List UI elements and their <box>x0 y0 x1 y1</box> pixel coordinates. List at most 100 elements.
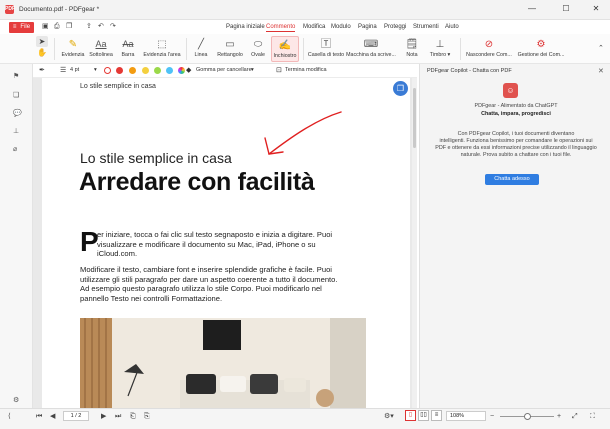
zoom-slider-knob[interactable] <box>524 413 531 420</box>
hide-comments-tool[interactable]: ⊘ Nascondere Com... <box>464 36 514 62</box>
typewriter-tool[interactable]: ⌨ Macchina da scrive... <box>346 36 396 62</box>
attachment-icon[interactable]: ⌀ <box>13 145 17 153</box>
status-bar <box>0 408 610 429</box>
tab-proteggi[interactable]: Proteggi <box>384 24 406 30</box>
oval-tool[interactable]: ⬭ Ovale <box>248 36 268 62</box>
bookmark-icon[interactable]: ⚑ <box>13 72 19 80</box>
ribbon-divider <box>303 38 304 60</box>
paragraph-line: er iniziare, tocca o fai clic sul testo … <box>97 230 333 239</box>
last-page-icon[interactable]: ⏭ <box>115 412 121 422</box>
fullscreen-icon[interactable]: ⛶ <box>590 412 595 422</box>
tab-pagina[interactable]: Pagina <box>358 24 377 30</box>
print-icon[interactable]: ⎙ <box>54 23 60 31</box>
previous-page-icon[interactable]: ◀ <box>50 412 55 422</box>
typewriter-icon: ⌨ <box>363 39 379 50</box>
chevron-down-icon[interactable]: ▾ <box>251 67 254 73</box>
paragraph-line: utilizzare gli stili paragrafo per dare … <box>80 274 338 284</box>
open-file-icon[interactable]: ❐ <box>66 23 72 31</box>
note-tool[interactable]: 🗒 Nota <box>404 36 420 62</box>
interior-photo-art <box>80 318 366 408</box>
chat-now-button[interactable]: Chatta adesso <box>485 174 539 185</box>
next-view-icon[interactable]: ⎘ <box>144 412 150 422</box>
select-pointer-icon[interactable]: ➤ <box>36 36 48 47</box>
zoom-level-select[interactable]: 108% <box>446 411 486 421</box>
tab-pagina-iniziale[interactable]: Pagina iniziale <box>226 24 265 30</box>
zoom-out-icon[interactable]: − <box>490 412 494 422</box>
settings-icon[interactable]: ⚙ <box>13 396 19 404</box>
copilot-bot-icon: ☺ <box>503 83 518 98</box>
color-picker-icon[interactable] <box>178 67 185 74</box>
pdfgear-logo-icon: PDF <box>5 5 15 14</box>
ribbon-divider <box>54 38 55 60</box>
thumbnails-icon[interactable]: ❏ <box>13 91 19 99</box>
underline-tool[interactable]: Aa Sottolinea <box>88 36 114 62</box>
color-none-swatch[interactable] <box>104 67 111 74</box>
ribbon-divider <box>460 38 461 60</box>
double-page-view-icon[interactable]: ▯▯ <box>418 410 429 421</box>
next-page-icon[interactable]: ▶ <box>101 412 106 422</box>
textbox-tool[interactable]: 🅃 Casella di testo <box>307 36 345 62</box>
color-swatch-blue[interactable] <box>166 67 173 74</box>
ink-arrow-annotation[interactable] <box>255 108 345 163</box>
copilot-description-line: naturale. Prova subito a chattare con i … <box>460 152 572 158</box>
eraser-select[interactable]: Gomma per cancellare <box>196 67 252 73</box>
collapse-ribbon-icon[interactable]: ⌃ <box>598 45 604 53</box>
hand-pan-icon[interactable]: ✋ <box>36 47 48 58</box>
close-icon[interactable]: ✕ <box>598 67 604 75</box>
stroke-width-select[interactable]: 4 pt <box>70 67 79 73</box>
color-swatch-red[interactable] <box>116 67 123 74</box>
scrollbar-thumb[interactable] <box>413 88 416 148</box>
maximize-button[interactable]: ☐ <box>552 2 580 16</box>
copilot-subtitle: PDFgear - Alimentato da ChatGPT <box>474 103 558 109</box>
oval-icon: ⬭ <box>253 39 263 50</box>
color-swatch-green[interactable] <box>154 67 161 74</box>
manage-comments-tool[interactable]: ⚙ Gestione dei Com... <box>516 36 566 62</box>
scroll-view-icon[interactable]: ≡ <box>431 410 442 421</box>
collapse-left-icon[interactable]: ⟨ <box>8 412 11 422</box>
vertical-scrollbar[interactable] <box>412 78 417 408</box>
tab-commento[interactable]: Commento <box>266 24 296 32</box>
undo-icon[interactable]: ↶ <box>98 23 104 31</box>
tab-modulo[interactable]: Modulo <box>331 24 351 30</box>
copilot-float-icon[interactable]: ❐ <box>393 81 408 96</box>
page-number-input[interactable]: 1 / 2 <box>63 411 89 421</box>
stroke-width-icon: ☰ <box>60 67 67 74</box>
strikethrough-tool[interactable]: Aa Barra <box>118 36 138 62</box>
file-menu-button[interactable]: ≡ File <box>9 22 34 33</box>
single-page-view-icon[interactable]: ▯ <box>405 410 416 421</box>
tab-strumenti[interactable]: Strumenti <box>413 24 439 30</box>
save-icon[interactable]: ▣ <box>42 23 49 31</box>
tab-modifica[interactable]: Modifica <box>303 24 325 30</box>
view-settings-icon[interactable]: ⚙▾ <box>384 412 394 422</box>
previous-view-icon[interactable]: ⎗ <box>130 412 136 422</box>
fit-page-icon[interactable]: ⤢ <box>572 412 578 422</box>
finish-edit-button[interactable]: Termina modifica <box>285 67 327 73</box>
document-headline: Arredare con facilità <box>79 168 315 196</box>
stamp-tool[interactable]: ⊥ Timbro ▾ <box>427 36 453 62</box>
share-icon[interactable]: ⇪ <box>86 23 92 31</box>
minimize-button[interactable]: — <box>518 2 546 16</box>
close-window-button[interactable]: ✕ <box>582 2 610 16</box>
line-tool[interactable]: ╱ Linea <box>192 36 210 62</box>
highlight-tool[interactable]: ✎ Evidenzia <box>60 36 86 62</box>
stamp-panel-icon[interactable]: ⊥ <box>13 127 19 135</box>
area-highlight-tool[interactable]: ⬚ Evidenzia l'area <box>142 36 182 62</box>
redo-icon[interactable]: ↷ <box>110 23 116 31</box>
tab-aiuto[interactable]: Aiuto <box>445 24 459 30</box>
finish-edit-icon: ⊡ <box>276 67 282 74</box>
zoom-in-icon[interactable]: + <box>557 412 561 422</box>
rectangle-tool[interactable]: ▭ Rettangolo <box>216 36 244 62</box>
interior-photo <box>80 318 366 408</box>
ink-tool[interactable]: ✍ Inchiostro <box>271 36 299 62</box>
rectangle-icon: ▭ <box>225 39 235 50</box>
window-title: Documento.pdf - PDFgear * <box>19 6 100 13</box>
chevron-down-icon[interactable]: ▾ <box>94 67 97 73</box>
first-page-icon[interactable]: ⏮ <box>36 412 42 422</box>
comments-icon[interactable]: 💬 <box>13 109 22 117</box>
color-swatch-yellow[interactable] <box>142 67 149 74</box>
color-swatch-orange[interactable] <box>129 67 136 74</box>
paragraph-line: Ad esempio questo paragrafo utilizza lo … <box>80 284 322 293</box>
hide-comments-icon: ⊘ <box>484 39 494 50</box>
paragraph-line: visualizzare e modificare il documento s… <box>97 239 316 249</box>
ribbon-divider <box>186 38 187 60</box>
